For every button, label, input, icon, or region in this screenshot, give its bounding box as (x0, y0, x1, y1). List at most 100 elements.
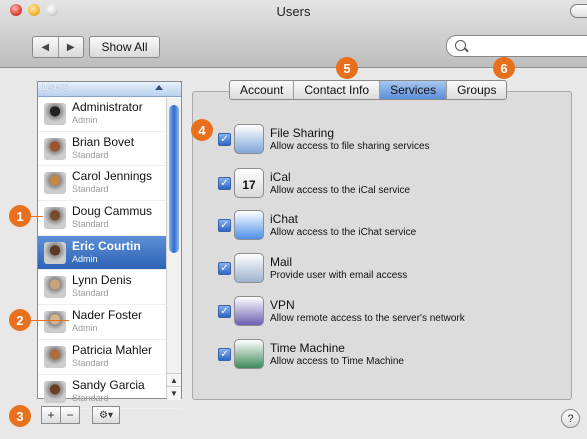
user-list-item[interactable]: Nader Foster Admin (38, 305, 181, 340)
user-role: Standard (72, 288, 109, 299)
search-icon (455, 40, 466, 51)
avatar (44, 276, 66, 299)
show-all-button[interactable]: Show All (89, 36, 160, 58)
service-description: Allow access to the iCal service (270, 185, 411, 196)
callout-1: 1 (9, 205, 31, 227)
tab-bar: Account Contact Info Services Groups (229, 80, 508, 100)
help-button[interactable]: ? (561, 409, 580, 428)
folder-icon (234, 124, 264, 154)
users-window: Users ◀ ▶ Show All Users Administrator A… (0, 0, 587, 439)
callout-4: 4 (191, 119, 213, 141)
list-actions: + − ⚙▾ (41, 406, 120, 424)
avatar (44, 241, 66, 264)
service-checkbox[interactable]: ✓ (218, 262, 231, 275)
user-role: Standard (72, 219, 109, 230)
forward-arrow-icon[interactable]: ▶ (57, 37, 84, 57)
user-list-item[interactable]: Sandy Garcia Standard (38, 375, 181, 410)
service-description: Allow access to file sharing services (270, 141, 430, 152)
avatar (44, 207, 66, 230)
service-checkbox[interactable]: ✓ (218, 133, 231, 146)
callout-2: 2 (9, 309, 31, 331)
user-name: Carol Jennings (72, 169, 153, 184)
service-description: Allow remote access to the server's netw… (270, 313, 465, 324)
scroll-up-icon[interactable]: ▲ (167, 373, 181, 387)
user-list-item[interactable]: Lynn Denis Standard (38, 270, 181, 306)
service-checkbox[interactable]: ✓ (218, 348, 231, 361)
callout-5: 5 (336, 57, 358, 79)
user-name: Lynn Denis (72, 273, 132, 288)
user-list-item[interactable]: Administrator Admin (38, 97, 181, 132)
service-item: ✓ iChat Allow access to the iChat servic… (218, 208, 548, 248)
tab-contact-info[interactable]: Contact Info (294, 81, 381, 99)
user-list-item[interactable]: Eric Courtin Admin (38, 235, 181, 271)
user-list-item[interactable]: Carol Jennings Standard (38, 166, 181, 202)
service-item: ✓ Time Machine Allow access to Time Mach… (218, 337, 548, 377)
callout-3: 3 (9, 405, 31, 427)
service-name: Time Machine (270, 341, 345, 355)
stamp-icon (234, 253, 264, 283)
service-name: iCal (270, 170, 291, 184)
service-description: Allow access to Time Machine (270, 356, 404, 367)
window-title: Users (276, 4, 311, 19)
users-scrollbar[interactable]: ▲ ▼ (166, 98, 181, 400)
tab-account[interactable]: Account (230, 81, 295, 99)
service-name: iChat (270, 212, 299, 226)
service-name: Mail (270, 255, 293, 269)
tab-services[interactable]: Services (380, 81, 448, 99)
user-role: Standard (72, 392, 109, 403)
user-name: Doug Cammus (72, 204, 153, 219)
user-list-item[interactable]: Brian Bovet Standard (38, 132, 181, 167)
scroll-thumb[interactable] (169, 105, 179, 253)
calendar-icon: 17 (234, 168, 264, 198)
user-name: Eric Courtin (72, 238, 141, 253)
user-role: Standard (72, 357, 109, 368)
users-header-label: Users (42, 82, 69, 93)
service-item: ✓ 17 iCal Allow access to the iCal servi… (218, 166, 548, 206)
avatar (44, 311, 66, 334)
service-description: Provide user with email access (270, 270, 408, 281)
user-list-item[interactable]: Doug Cammus Standard (38, 201, 181, 236)
user-name: Nader Foster (72, 308, 143, 323)
user-name: Patricia Mahler (72, 342, 153, 357)
service-name: File Sharing (270, 126, 335, 140)
search-field[interactable] (446, 35, 587, 57)
avatar (44, 137, 66, 160)
service-checkbox[interactable]: ✓ (218, 305, 231, 318)
user-role: Admin (72, 323, 98, 334)
toolbar-toggle-button[interactable] (570, 4, 587, 18)
user-role: Standard (72, 149, 109, 160)
avatar (44, 103, 66, 125)
user-name: Sandy Garcia (72, 377, 145, 392)
avatar (44, 345, 66, 368)
scroll-down-icon[interactable]: ▼ (167, 386, 181, 400)
service-description: Allow access to the iChat service (270, 227, 417, 238)
tab-groups[interactable]: Groups (447, 81, 506, 99)
users-list[interactable]: Users Administrator Admin Brian Bovet St… (37, 81, 182, 410)
action-menu-button[interactable]: ⚙▾ (92, 406, 120, 424)
user-role: Standard (72, 184, 109, 195)
user-list-item[interactable]: Patricia Mahler Standard (38, 340, 181, 375)
user-name: Administrator (72, 100, 143, 114)
users-column-header[interactable]: Users (38, 82, 181, 97)
service-item: ✓ File Sharing Allow access to file shar… (218, 122, 548, 162)
service-checkbox[interactable]: ✓ (218, 219, 231, 232)
avatar (44, 172, 66, 195)
nav-arrows: ◀ ▶ (32, 36, 84, 58)
add-user-button[interactable]: + (41, 406, 61, 424)
callout-6: 6 (493, 57, 515, 79)
service-item: ✓ VPN Allow remote access to the server'… (218, 294, 548, 334)
chat-bubble-icon (234, 210, 264, 240)
service-checkbox[interactable]: ✓ (218, 177, 231, 190)
user-role: Admin (72, 115, 98, 125)
callout-2-leader (31, 320, 69, 321)
user-name: Brian Bovet (72, 134, 135, 149)
avatar (44, 380, 66, 403)
time-machine-icon (234, 339, 264, 369)
user-role: Admin (72, 253, 98, 264)
service-name: VPN (270, 298, 295, 312)
callout-1-leader (31, 216, 43, 217)
remove-user-button[interactable]: − (61, 406, 80, 424)
service-item: ✓ Mail Provide user with email access (218, 251, 548, 291)
sort-ascending-icon (155, 85, 163, 90)
back-arrow-icon[interactable]: ◀ (33, 37, 58, 57)
